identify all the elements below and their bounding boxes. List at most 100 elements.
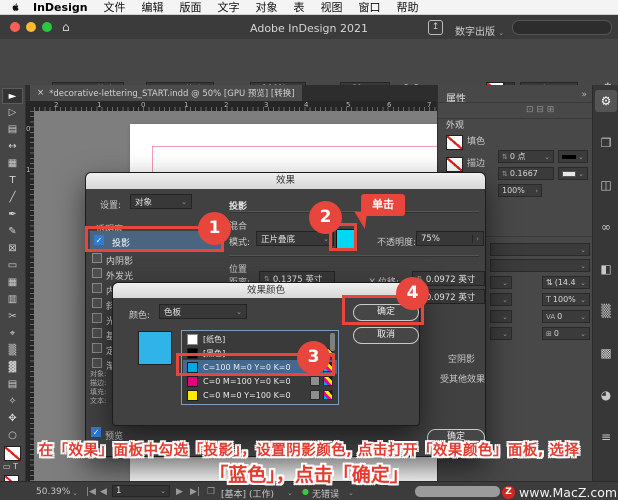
properties-panel-icon[interactable]: ⚙ [595, 90, 617, 112]
type-tool[interactable]: T [2, 173, 23, 189]
gap-tool[interactable]: ↔ [2, 139, 23, 155]
panel-font-style-field[interactable]: ⌄ [490, 259, 590, 272]
panel-quick-icons[interactable]: ⊡ ⊟ ⊞ [526, 106, 554, 115]
note-tool[interactable]: ▤ [2, 377, 23, 393]
menu-item-文字[interactable]: 文字 [218, 0, 240, 15]
gradient-panel-icon[interactable]: ▒ [595, 300, 617, 322]
selection-tool[interactable]: ► [2, 88, 23, 104]
swatches-panel-icon[interactable]: ▩ [595, 342, 617, 364]
panel-fill-swatch[interactable] [446, 135, 463, 150]
page-tool[interactable]: ▤ [2, 122, 23, 138]
gradient-tool[interactable]: ▒ [2, 343, 23, 359]
apple-logo-icon[interactable] [10, 2, 21, 13]
horizontal-scrollbar-thumb[interactable] [415, 486, 500, 497]
effects-dialog-title[interactable]: 效果 [86, 173, 485, 189]
content-collector-tool[interactable]: ▦ [2, 156, 23, 172]
effect-checkbox[interactable] [92, 343, 102, 353]
cc-libraries-panel-icon[interactable]: ◫ [595, 174, 617, 196]
menu-item-编辑[interactable]: 编辑 [142, 0, 164, 15]
first-page-button[interactable]: |◀ [86, 487, 96, 497]
document-tab[interactable]: × *decorative-lettering_START.indd @ 50%… [30, 85, 302, 101]
menu-item-版面[interactable]: 版面 [180, 0, 202, 15]
swatch-row[interactable]: C=0 M=0 Y=100 K=0 [183, 388, 337, 402]
color-source-dropdown[interactable]: 色板 ⌄ [159, 304, 247, 319]
effect-checkbox[interactable] [92, 313, 102, 323]
swatch-row[interactable]: C=0 M=100 Y=0 K=0 [183, 374, 337, 388]
grid-tool[interactable]: ▥ [2, 292, 23, 308]
panel-leading-field[interactable]: ⇅ (14.4 ⌄ [542, 276, 590, 289]
process-icon [310, 390, 320, 400]
color-panel-icon[interactable]: ◕ [595, 384, 617, 406]
swatch-name: C=0 M=0 Y=100 K=0 [203, 390, 291, 400]
zoom-level[interactable]: 50.39% [36, 487, 70, 497]
horizontal-ruler[interactable]: 2 1 0 1 2 3 4 5 6 7 [34, 101, 437, 111]
swatch-color-chip [187, 389, 198, 401]
pencil-tool[interactable]: ✎ [2, 224, 23, 240]
pen-tool[interactable]: ✒ [2, 207, 23, 223]
eyedropper-tool[interactable]: ✧ [2, 394, 23, 410]
effect-checkbox[interactable] [92, 358, 102, 368]
panel-stroke-style2-field[interactable]: ⌄ [558, 167, 588, 180]
search-input[interactable] [512, 20, 612, 35]
menu-item-帮助[interactable]: 帮助 [397, 0, 419, 15]
preflight-preset[interactable]: [基本] [221, 487, 246, 500]
preview-checkbox[interactable]: ✓ [91, 427, 101, 437]
hand-tool[interactable]: ✥ [2, 411, 23, 427]
panel-stroke-weight-field[interactable]: ⇅ 0 点 ⌄ [498, 150, 554, 163]
panel-tracking-field[interactable]: VA 0 ⌄ [542, 310, 590, 323]
effect-checkbox[interactable] [92, 328, 102, 338]
menu-item-对象[interactable]: 对象 [256, 0, 278, 15]
share-icon[interactable]: ↥ [428, 20, 443, 35]
panel-kerning-field[interactable]: ⊞ 0 ⌄ [542, 327, 590, 340]
effect-checkbox[interactable] [92, 298, 102, 308]
effect-checkbox[interactable] [92, 283, 102, 293]
panel-tint-field[interactable]: 100% › [498, 184, 542, 197]
swatch-badges [310, 376, 333, 386]
panel-fontsize-dd[interactable]: ⌄ [490, 276, 512, 289]
preflight-workspace[interactable]: (工作) [249, 487, 274, 500]
close-tab-icon[interactable]: × [37, 88, 44, 98]
panel-stroke-align-field[interactable]: ⇅ 0.1667 [498, 167, 554, 180]
line-tool[interactable]: ╱ [2, 190, 23, 206]
collapse-panel-icon[interactable]: » [581, 90, 587, 100]
panel-vscale-field[interactable]: T 100% ⌄ [542, 293, 590, 306]
opacity-field[interactable]: 75% › [416, 231, 484, 246]
next-page-button[interactable]: ▶ [176, 487, 183, 497]
settings-dropdown[interactable]: 对象 ⌄ [130, 194, 192, 209]
ruler-corner[interactable] [25, 101, 34, 111]
effect-checkbox[interactable] [92, 253, 102, 263]
color-cancel-button[interactable]: 取消 [353, 327, 419, 344]
panel-stroke-swatch[interactable] [446, 157, 463, 172]
free-transform-tool[interactable]: ⌖ [2, 326, 23, 342]
menu-app-name[interactable]: InDesign [33, 1, 88, 14]
prev-page-button[interactable]: ◀ [100, 487, 107, 497]
last-page-button[interactable]: ▶| [190, 487, 200, 497]
menu-item-窗口[interactable]: 窗口 [359, 0, 381, 15]
panel-baseline-dd[interactable]: ⌄ [490, 327, 512, 340]
workspace-switcher[interactable]: 数字出版 ⌄ [455, 23, 504, 38]
scissors-tool[interactable]: ✂ [2, 309, 23, 325]
zoom-dropdown-icon[interactable]: ⌄ [72, 489, 78, 497]
menu-item-视图[interactable]: 视图 [321, 0, 343, 15]
preset-dropdown-icon[interactable]: ⌄ [287, 489, 293, 497]
pages-panel-icon[interactable]: ❐ [595, 132, 617, 154]
menu-item-表[interactable]: 表 [294, 0, 305, 15]
effect-label: 内阴影 [106, 257, 134, 267]
gradient-feather-tool[interactable]: ▓ [2, 360, 23, 376]
menu-item-文件[interactable]: 文件 [104, 0, 126, 15]
frame-tool[interactable]: ⊠ [2, 241, 23, 257]
table-tool[interactable]: ▦ [2, 275, 23, 291]
links-panel-icon[interactable]: ∞ [595, 216, 617, 238]
panel-kern-dd[interactable]: ⌄ [490, 293, 512, 306]
panel-font-family-field[interactable]: ⌄ [490, 243, 590, 256]
panel-track-dd[interactable]: ⌄ [490, 310, 512, 323]
direct-selection-tool[interactable]: ▷ [2, 105, 23, 121]
panel-stroke-style-field[interactable]: ⌄ [558, 150, 588, 163]
errors-dropdown-icon[interactable]: ⌄ [348, 489, 354, 497]
effect-checkbox[interactable] [92, 268, 102, 278]
preflight-status[interactable]: 无错误 [312, 487, 339, 500]
rectangle-tool[interactable]: ▭ [2, 258, 23, 274]
vertical-ruler[interactable]: 01 [25, 111, 34, 481]
layers-panel-icon[interactable]: ◧ [595, 258, 617, 280]
swatch-list-scrollbar[interactable] [330, 333, 335, 351]
